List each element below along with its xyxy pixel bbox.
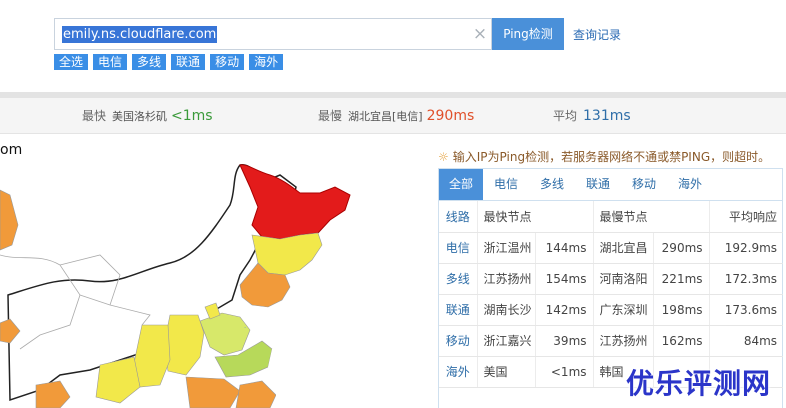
table-row: 联通 湖南长沙 142ms 广东深圳 198ms 173.6ms [439, 294, 784, 326]
header-slowest: 最慢节点 [593, 201, 710, 233]
row-average: 172.3ms [709, 263, 784, 295]
tab-telecom[interactable]: 电信 [483, 169, 529, 200]
stat-slowest-node: 湖北宜昌[电信] [348, 110, 423, 123]
filter-all[interactable]: 全选 [54, 54, 89, 70]
site-watermark: 优乐评测网 [626, 367, 772, 400]
row-average: 192.9ms [709, 232, 784, 264]
row-slow-ms: 162ms [653, 325, 710, 357]
search-box: emily.ns.cloudflare.com × [54, 18, 492, 50]
svg-text:.: . [244, 322, 246, 330]
row-line: 联通 [439, 294, 478, 326]
header-line: 线路 [439, 201, 478, 233]
row-fast-node: 江苏扬州 [477, 263, 536, 295]
row-fast-node: 浙江嘉兴 [477, 325, 536, 357]
stat-slowest-label: 最慢 [318, 109, 343, 123]
row-average: 84ms [709, 325, 784, 357]
filter-multiline[interactable]: 多线 [132, 54, 167, 70]
china-latency-map: . [0, 135, 430, 408]
header-fastest: 最快节点 [477, 201, 594, 233]
row-line: 电信 [439, 232, 478, 264]
row-slow-node: 广东深圳 [593, 294, 654, 326]
tab-overseas[interactable]: 海外 [667, 169, 713, 200]
ping-note-text: 输入IP为Ping检测，若服务器网络不通或禁PING，则超时。 [452, 150, 771, 164]
tab-multiline[interactable]: 多线 [529, 169, 575, 200]
stat-average: 平均 131ms [553, 98, 631, 134]
row-fast-ms: 39ms [535, 325, 594, 357]
info-bulb-icon: ☼ [438, 150, 449, 164]
row-slow-node: 河南洛阳 [593, 263, 654, 295]
filter-overseas[interactable]: 海外 [249, 54, 284, 70]
filter-unicom[interactable]: 联通 [171, 54, 206, 70]
table-row: 电信 浙江温州 144ms 湖北宜昌 290ms 192.9ms [439, 232, 784, 264]
row-fast-node: 美国 [477, 356, 536, 388]
tab-all[interactable]: 全部 [439, 169, 483, 200]
table-row: 多线 江苏扬州 154ms 河南洛阳 221ms 172.3ms [439, 263, 784, 295]
results-table: 线路 最快节点 最慢节点 平均响应 电信 浙江温州 144ms 湖北宜昌 290… [439, 201, 784, 388]
tab-unicom[interactable]: 联通 [575, 169, 621, 200]
header-average: 平均响应 [709, 201, 784, 233]
history-link[interactable]: 查询记录 [573, 26, 621, 43]
row-slow-ms: 198ms [653, 294, 710, 326]
stat-slowest: 最慢 湖北宜昌[电信] 290ms [318, 98, 474, 134]
row-slow-ms: 221ms [653, 263, 710, 295]
row-fast-ms: 142ms [535, 294, 594, 326]
row-line: 海外 [439, 356, 478, 388]
row-fast-ms: 144ms [535, 232, 594, 264]
stat-fastest-value: <1ms [171, 108, 213, 124]
search-input-selected-text: emily.ns.cloudflare.com [62, 26, 218, 43]
row-line: 移动 [439, 325, 478, 357]
row-line: 多线 [439, 263, 478, 295]
stat-fastest-label: 最快 [82, 109, 107, 123]
tab-mobile[interactable]: 移动 [621, 169, 667, 200]
line-filter-bar: 全选 电信 多线 联通 移动 海外 [54, 54, 284, 70]
row-fast-ms: 154ms [535, 263, 594, 295]
filter-mobile[interactable]: 移动 [210, 54, 245, 70]
stat-fastest-node: 美国洛杉矶 [112, 110, 168, 123]
row-slow-ms: 290ms [653, 232, 710, 264]
table-header-row: 线路 最快节点 最慢节点 平均响应 [439, 201, 784, 233]
map-svg: . [0, 135, 430, 408]
stat-average-value: 131ms [583, 108, 631, 124]
row-fast-node: 湖南长沙 [477, 294, 536, 326]
table-row: 移动 浙江嘉兴 39ms 江苏扬州 162ms 84ms [439, 325, 784, 357]
clear-icon[interactable]: × [470, 23, 490, 45]
ping-button[interactable]: Ping检测 [492, 18, 564, 50]
stat-slowest-value: 290ms [426, 108, 475, 124]
row-fast-node: 浙江温州 [477, 232, 536, 264]
stat-average-label: 平均 [553, 109, 578, 123]
stat-fastest: 最快 美国洛杉矶 <1ms [82, 98, 213, 134]
ping-note: ☼ 输入IP为Ping检测，若服务器网络不通或禁PING，则超时。 [438, 148, 770, 165]
row-average: 173.6ms [709, 294, 784, 326]
stats-bar: 最快 美国洛杉矶 <1ms 最慢 湖北宜昌[电信] 290ms 平均 131ms [0, 98, 786, 134]
filter-telecom[interactable]: 电信 [93, 54, 128, 70]
results-tabs: 全部 电信 多线 联通 移动 海外 [439, 169, 782, 201]
row-slow-node: 江苏扬州 [593, 325, 654, 357]
row-fast-ms: <1ms [535, 356, 594, 388]
row-slow-node: 湖北宜昌 [593, 232, 654, 264]
map-edge-text: om [0, 142, 23, 158]
